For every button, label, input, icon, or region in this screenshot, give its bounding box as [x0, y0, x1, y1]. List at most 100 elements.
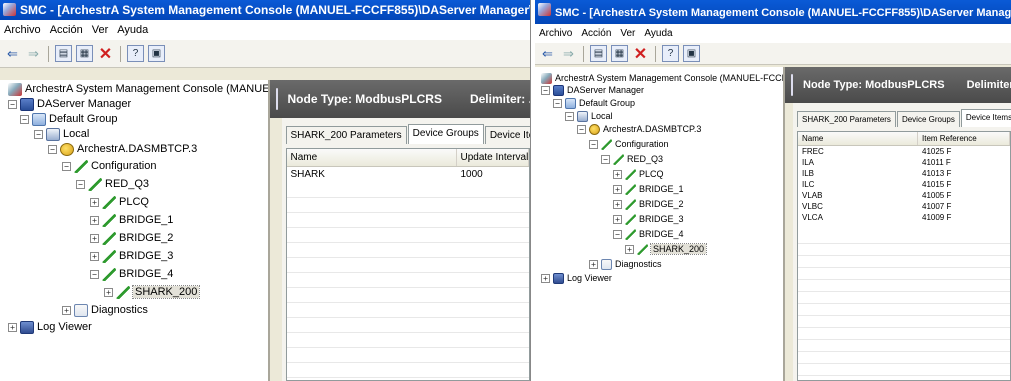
menu-ver[interactable]: Ver [620, 24, 635, 43]
menu-accion[interactable]: Acción [50, 20, 83, 40]
collapse-icon[interactable]: − [589, 139, 598, 149]
expand-icon[interactable]: + [90, 215, 99, 225]
tree-bridge-2[interactable]: + BRIDGE_2 [90, 231, 173, 245]
help-icon[interactable]: ? [662, 45, 679, 62]
tree-diagnostics[interactable]: + Diagnostics [62, 303, 148, 317]
tree-default-group[interactable]: − Default Group [20, 112, 117, 126]
expand-icon[interactable]: + [8, 322, 17, 332]
table-row[interactable]: VLAB 41005 F [798, 190, 1010, 201]
tab-parameters[interactable]: SHARK_200 Parameters [797, 111, 896, 127]
collapse-icon[interactable]: − [34, 129, 43, 139]
table-row[interactable]: ILC 41015 F [798, 179, 1010, 190]
expand-icon[interactable]: + [90, 251, 99, 261]
column-header-update-interval[interactable]: Update Interval (m [457, 149, 529, 166]
expand-icon[interactable]: + [613, 214, 622, 224]
column-header-item-reference[interactable]: Item Reference [918, 132, 1010, 145]
forward-arrow-icon[interactable]: ⇒ [560, 45, 577, 62]
back-arrow-icon[interactable]: ⇐ [4, 45, 21, 62]
tree-bridge-2[interactable]: + BRIDGE_2 [613, 197, 684, 211]
tree-dasmbtcp[interactable]: − ArchestrA.DASMBTCP.3 [577, 122, 701, 136]
menu-archivo[interactable]: Archivo [539, 24, 572, 43]
tab-device-groups[interactable]: Device Groups [896, 111, 960, 127]
delete-icon[interactable]: ✕ [97, 45, 114, 63]
back-arrow-icon[interactable]: ⇐ [539, 45, 556, 62]
tree-daserver-manager[interactable]: − DAServer Manager [8, 97, 131, 111]
tree-log-viewer[interactable]: + Log Viewer [8, 320, 92, 334]
column-header-name[interactable]: Name [798, 132, 918, 145]
tree-daserver-manager[interactable]: − DAServer Manager [541, 83, 644, 97]
collapse-icon[interactable]: − [62, 161, 71, 171]
expand-icon[interactable]: + [613, 184, 622, 194]
tab-device-groups[interactable]: Device Groups [407, 124, 484, 144]
menu-accion[interactable]: Acción [581, 24, 611, 43]
collapse-icon[interactable]: − [8, 99, 17, 109]
tree-red-q3[interactable]: − RED_Q3 [601, 152, 663, 166]
collapse-icon[interactable]: − [565, 111, 574, 121]
delete-icon[interactable]: ✕ [632, 45, 649, 63]
expand-icon[interactable]: + [625, 244, 634, 254]
tree-log-viewer[interactable]: + Log Viewer [541, 271, 612, 285]
column-header-name[interactable]: Name [287, 149, 457, 166]
table-row[interactable]: FREC 41025 F [798, 146, 1010, 157]
expand-icon[interactable]: + [90, 233, 99, 243]
view-icon[interactable]: ▣ [148, 45, 165, 62]
tree-bridge-1[interactable]: + BRIDGE_1 [613, 182, 684, 196]
tree-plcq[interactable]: + PLCQ [90, 195, 149, 209]
table-row[interactable]: ILB 41013 F [798, 168, 1010, 179]
expand-icon[interactable]: + [90, 197, 99, 207]
tree-local[interactable]: − Local [34, 127, 89, 141]
tree-root[interactable]: ArchestrA System Management Console (MAN… [8, 82, 268, 96]
tree-local[interactable]: − Local [565, 109, 613, 123]
collapse-icon[interactable]: − [76, 179, 85, 189]
menu-ayuda[interactable]: Ayuda [117, 20, 148, 40]
tree-shark-200[interactable]: + SHARK_200 [104, 285, 201, 299]
tree-bridge-4[interactable]: − BRIDGE_4 [90, 267, 173, 281]
collapse-icon[interactable]: − [553, 98, 562, 108]
collapse-icon[interactable]: − [90, 269, 99, 279]
menu-archivo[interactable]: Archivo [4, 20, 41, 40]
view-icon[interactable]: ▣ [683, 45, 700, 62]
collapse-icon[interactable]: − [613, 229, 622, 239]
tab-parameters[interactable]: SHARK_200 Parameters [285, 126, 407, 144]
title-bar[interactable]: SMC - [ArchestrA System Management Conso… [535, 0, 1011, 24]
expand-icon[interactable]: + [589, 259, 598, 269]
properties-icon[interactable]: ▦ [76, 45, 93, 62]
expand-icon[interactable]: + [541, 273, 550, 283]
collapse-icon[interactable]: − [48, 144, 57, 154]
properties-icon[interactable]: ▦ [611, 45, 628, 62]
tree-default-group[interactable]: − Default Group [553, 96, 635, 110]
up-folder-icon[interactable]: ▤ [55, 45, 72, 62]
forward-arrow-icon[interactable]: ⇒ [25, 45, 42, 62]
title-bar[interactable]: SMC - [ArchestrA System Management Conso… [0, 0, 530, 20]
collapse-icon[interactable]: − [577, 124, 586, 134]
tab-device-items[interactable]: Device Items [960, 109, 1011, 127]
tab-device-items[interactable]: Device Items [484, 126, 530, 144]
tree-plcq[interactable]: + PLCQ [613, 167, 664, 181]
table-row[interactable]: SHARK 1000 [287, 169, 530, 181]
tree-configuration[interactable]: − Configuration [589, 137, 669, 151]
collapse-icon[interactable]: − [601, 154, 610, 164]
tree-red-q3[interactable]: − RED_Q3 [76, 177, 149, 191]
tree-bridge-1[interactable]: + BRIDGE_1 [90, 213, 173, 227]
table-row[interactable]: VLCA 41009 F [798, 212, 1010, 223]
tree-diagnostics[interactable]: + Diagnostics [589, 257, 662, 271]
up-folder-icon[interactable]: ▤ [590, 45, 607, 62]
menu-ayuda[interactable]: Ayuda [644, 24, 672, 43]
tree-configuration[interactable]: − Configuration [62, 159, 156, 173]
table-row[interactable]: ILA 41011 F [798, 157, 1010, 168]
expand-icon[interactable]: + [613, 199, 622, 209]
cell-item-reference: 41009 F [922, 213, 952, 222]
expand-icon[interactable]: + [62, 305, 71, 315]
tree-bridge-3[interactable]: + BRIDGE_3 [90, 249, 173, 263]
tree-dasmbtcp[interactable]: − ArchestrA.DASMBTCP.3 [48, 142, 197, 156]
help-icon[interactable]: ? [127, 45, 144, 62]
menu-ver[interactable]: Ver [92, 20, 109, 40]
expand-icon[interactable]: + [613, 169, 622, 179]
tree-shark-200[interactable]: + SHARK_200 [625, 242, 708, 256]
collapse-icon[interactable]: − [541, 85, 550, 95]
tree-bridge-3[interactable]: + BRIDGE_3 [613, 212, 684, 226]
tree-bridge-4[interactable]: − BRIDGE_4 [613, 227, 684, 241]
expand-icon[interactable]: + [104, 287, 113, 297]
collapse-icon[interactable]: − [20, 114, 29, 124]
table-row[interactable]: VLBC 41007 F [798, 201, 1010, 212]
